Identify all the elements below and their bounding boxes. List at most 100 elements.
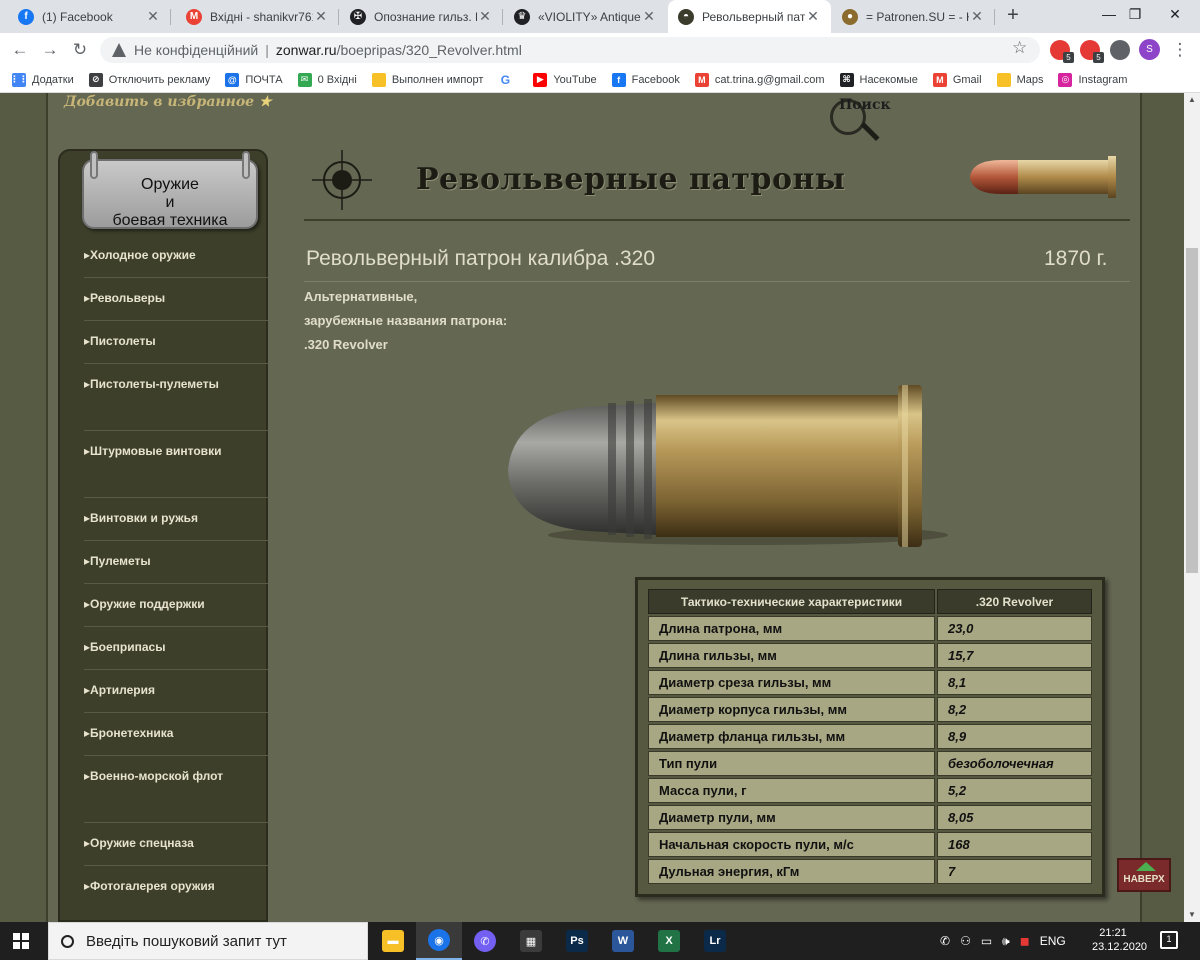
taskbar-app[interactable]: ✆ (462, 922, 508, 960)
address-bar[interactable]: Не конфіденційний | zonwar.ru /boepripas… (100, 37, 1040, 63)
close-tab-icon[interactable]: ✕ (969, 8, 985, 25)
close-tab-icon[interactable]: ✕ (477, 8, 493, 25)
forward-button[interactable]: → (38, 38, 62, 62)
sidebar-menu-item[interactable]: Боеприпасы (84, 627, 268, 670)
back-button[interactable]: ← (8, 38, 32, 62)
taskbar-app[interactable]: Lr (692, 922, 738, 960)
bookmark-item[interactable]: ✉ 0 Вхідні (297, 72, 357, 87)
calculator-icon: ▦ (520, 930, 542, 952)
taskbar-app[interactable]: W (600, 922, 646, 960)
network-icon[interactable]: ▭ (981, 934, 992, 948)
notifications-icon[interactable]: 1 (1160, 931, 1178, 949)
bookmark-label: ПОЧТА (245, 73, 283, 86)
specs-row: Диаметр пули, мм 8,05 (648, 805, 1092, 830)
bookmark-item[interactable]: ⋮⋮ Додатки (10, 72, 74, 87)
close-tab-icon[interactable]: ✕ (313, 8, 329, 25)
taskbar-app[interactable]: Ps (554, 922, 600, 960)
bookmark-item[interactable]: f Facebook (611, 72, 680, 87)
tab-4[interactable]: ♛ «VIOLITY» Antiques ✕ (504, 0, 667, 33)
address-divider: | (265, 42, 269, 58)
page-scrollbar[interactable]: ▲ ▼ (1184, 93, 1200, 922)
sidebar-menu-item[interactable]: Револьверы (84, 278, 268, 321)
sidebar-menu-item[interactable]: Пистолеты (84, 321, 268, 364)
taskbar-search-box[interactable]: Введіть пошуковий запит тут (48, 922, 368, 960)
chrome-icon: ◉ (428, 929, 450, 951)
taskbar-clock[interactable]: 21:21 23.12.2020 (1092, 926, 1147, 954)
security-shield-icon[interactable]: ◼ (1020, 934, 1030, 948)
people-icon[interactable]: ⚇ (960, 934, 971, 948)
folder-icon (371, 72, 386, 87)
bookmark-item[interactable]: G (498, 72, 518, 87)
adblock-icon[interactable]: 5 (1050, 40, 1074, 63)
sidebar-menu-item[interactable]: Военно-морской флот (84, 756, 268, 823)
bookmark-item[interactable]: M Gmail (932, 72, 982, 87)
bookmark-label: 0 Вхідні (317, 73, 357, 86)
bookmark-item[interactable]: Выполнен импорт (371, 72, 483, 87)
scroll-down-arrow-icon[interactable]: ▼ (1184, 908, 1200, 922)
close-tab-icon[interactable]: ✕ (145, 8, 161, 25)
sidebar-menu-item[interactable]: Штурмовые винтовки (84, 431, 268, 498)
tab-3[interactable]: ✠ Опознание гильз. Воп✕ (340, 0, 503, 33)
taskbar-app[interactable]: ◉ (416, 922, 462, 960)
favorites-star-icon: ★ (258, 94, 272, 110)
chrome-menu-icon[interactable]: ⋮ (1168, 38, 1192, 62)
specs-header-row: Тактико-технические характеристики .320 … (648, 589, 1092, 614)
sidebar-menu-item[interactable]: Оружие спецназа (84, 823, 268, 866)
title-divider (304, 281, 1130, 282)
page-title: Револьверный патрон калибра .320 (306, 247, 656, 270)
bookmark-item[interactable]: Maps (996, 72, 1043, 87)
sidebar-menu-item[interactable]: Фотогалерея оружия (84, 866, 268, 922)
close-window-button[interactable]: ✕ (1152, 0, 1198, 30)
bookmark-item[interactable]: ⌘ Насекомые (839, 72, 918, 87)
bookmark-item[interactable]: ▶ YouTube (533, 72, 597, 87)
sidebar-title-line-2: и (165, 194, 175, 211)
profile-avatar[interactable]: S (1139, 39, 1160, 60)
tab-title: Вхідні - shanikvr761@g (210, 9, 313, 24)
sidebar-menu-item[interactable]: Артилерия (84, 670, 268, 713)
add-to-favorites-link[interactable]: Добавить в избранное ★ (64, 94, 272, 110)
tab-2[interactable]: M Вхідні - shanikvr761@g✕ (176, 0, 339, 33)
bookmark-item[interactable]: @ ПОЧТА (225, 72, 283, 87)
block-ads-icon: ⊘ (88, 72, 103, 87)
extension-badge: 5 (1093, 52, 1104, 63)
back-to-top-button[interactable]: НАВЕРХ (1117, 858, 1171, 892)
adguard-icon[interactable]: 5 (1080, 40, 1104, 63)
specs-row: Длина гильзы, мм 15,7 (648, 643, 1092, 668)
alt-names-line-3: .320 Revolver (304, 337, 388, 352)
input-language[interactable]: ENG (1040, 934, 1066, 948)
bookmark-item[interactable]: ⊘ Отключить рекламу (88, 72, 210, 87)
taskbar-app[interactable]: ▬ (370, 922, 416, 960)
scroll-up-arrow-icon[interactable]: ▲ (1184, 93, 1200, 107)
bookmark-star-icon[interactable]: ☆ (1012, 38, 1027, 58)
section-banner: Револьверные патроны (304, 146, 1130, 221)
sidebar-menu-item[interactable]: Бронетехника (84, 713, 268, 756)
tab-title: = Patronen.SU = - Клей (866, 9, 969, 24)
close-tab-icon[interactable]: ✕ (805, 8, 821, 25)
tab-6[interactable]: ● = Patronen.SU = - Клей✕ (832, 0, 995, 33)
reload-button[interactable]: ↻ (68, 38, 92, 62)
tab-separator (994, 9, 995, 25)
bookmark-item[interactable]: Mcat.trina.g@gmail.com (694, 72, 825, 87)
sidebar-menu-item[interactable]: Пистолеты-пулеметы (84, 364, 268, 431)
site-search-button[interactable]: Поиск (825, 95, 891, 142)
taskbar-app[interactable]: ▦ (508, 922, 554, 960)
viber-tray-icon[interactable]: ✆ (940, 934, 950, 948)
scrollbar-thumb[interactable] (1186, 248, 1198, 573)
extensions-puzzle-icon[interactable] (1110, 40, 1130, 60)
bookmark-item[interactable]: ◎ Instagram (1058, 72, 1127, 87)
close-tab-icon[interactable]: ✕ (641, 8, 657, 25)
sidebar-menu-item[interactable]: Винтовки и ружья (84, 498, 268, 541)
tab-1[interactable]: f (1) Facebook ✕ (8, 0, 171, 33)
new-tab-button[interactable]: + (1001, 4, 1025, 28)
alt-names-line-1: Альтернативные, (304, 289, 418, 304)
tab-5[interactable]: ◓ Револьверный патрон✕ (668, 0, 831, 33)
spec-value: безоболочечная (937, 751, 1092, 776)
sidebar-menu-item[interactable]: Оружие поддержки (84, 584, 268, 627)
start-windows-icon[interactable] (13, 933, 29, 949)
specs-row: Диаметр среза гильзы, мм 8,1 (648, 670, 1092, 695)
volume-icon[interactable]: 🕪 (1002, 934, 1010, 949)
sidebar-menu-item[interactable]: Холодное оружие (84, 235, 268, 278)
taskbar-app[interactable]: X (646, 922, 692, 960)
bookmark-label: Facebook (631, 73, 680, 86)
sidebar-menu-item[interactable]: Пулеметы (84, 541, 268, 584)
